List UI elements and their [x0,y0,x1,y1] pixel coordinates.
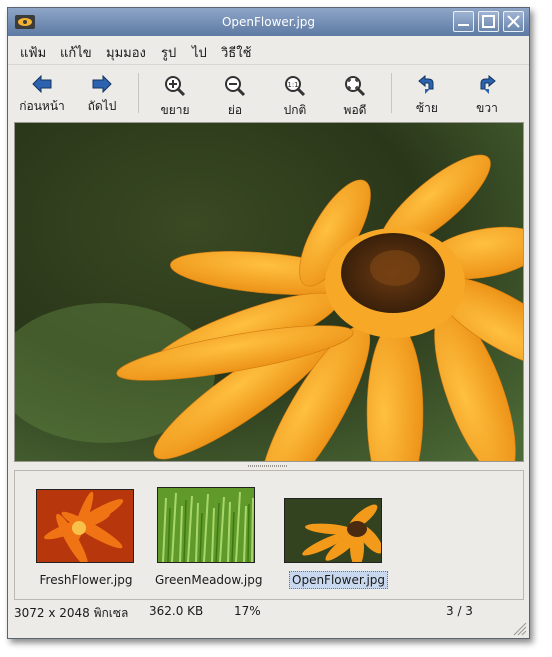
arrow-right-icon [92,75,112,93]
normal-size-button[interactable]: 1:1 ปกติ [265,69,325,119]
freshflower-thumbnail-image [37,490,133,562]
best-fit-label: พอดี [343,103,367,117]
zoom-out-button[interactable]: ย่อ [205,69,265,119]
file-size: 362.0 KB [149,604,204,618]
menu-image[interactable]: รูป [161,42,176,63]
zoom-level: 17% [234,604,261,618]
best-fit-button[interactable]: พอดี [325,69,385,119]
pane-splitter-grip[interactable] [248,464,288,468]
forward-label: ถัดไป [87,99,117,113]
menu-edit[interactable]: แก้ไข [60,42,92,63]
zoom-in-button[interactable]: ขยาย [145,69,205,119]
toolbar-separator [138,73,139,113]
menu-go[interactable]: ไป [192,42,207,63]
toolbar-separator [391,73,392,113]
image-dimensions: 3072 x 2048 พิกเซล [14,606,129,620]
zoom-in-label: ขยาย [160,103,190,117]
back-button[interactable]: ก่อนหน้า [12,69,72,119]
main-image-view[interactable] [14,122,524,462]
zoom-out-icon [225,76,246,97]
window-title: OpenFlower.jpg [221,15,316,29]
svg-text:1:1: 1:1 [287,81,298,89]
rotate-left-button[interactable]: ซ้าย [397,69,457,119]
thumbnail-label: GreenMeadow.jpg [155,573,263,587]
zoom-normal-icon: 1:1 [285,76,306,97]
menu-bar: แฟ้ม แก้ไข มุมมอง รูป ไป วิธีใช้ [8,37,529,63]
close-icon [507,15,520,28]
menu-help[interactable]: วิธีใช้ [221,42,251,63]
rotate-left-icon [418,75,434,94]
minimize-button[interactable] [453,11,474,32]
forward-button[interactable]: ถัดไป [72,69,132,119]
close-button[interactable] [503,11,524,32]
flower-photo [15,123,523,461]
maximize-icon [482,15,495,28]
rotate-left-label: ซ้าย [416,101,438,115]
rotate-right-button[interactable]: ขวา [457,69,517,119]
minimize-icon [458,24,469,26]
thumbnail-openflower[interactable] [284,498,382,563]
selected-thumbnail-label: OpenFlower.jpg [289,571,389,589]
toolbar: ก่อนหน้า ถัดไป ขยาย ย่อ 1:1 ปกติ พอดี ซ้… [8,64,529,123]
zoom-out-label: ย่อ [227,103,243,117]
zoom-in-icon [165,76,186,97]
zoom-fit-icon [345,76,366,97]
arrow-left-icon [32,75,52,93]
image-position: 3 / 3 [446,604,473,618]
rotate-right-icon [480,75,496,94]
thumbnail-greenmeadow[interactable] [157,487,255,563]
openflower-thumbnail-image [285,499,381,562]
thumbnail-freshflower[interactable] [36,489,134,563]
menu-file[interactable]: แฟ้ม [20,42,46,63]
resize-grip-icon[interactable] [511,620,527,636]
status-bar: 3072 x 2048 พิกเซล 362.0 KB 17% 3 / 3 [8,600,529,624]
menu-view[interactable]: มุมมอง [106,42,146,63]
image-viewer-window: OpenFlower.jpg แฟ้ม แก้ไข มุมมอง รูป ไป … [7,7,530,639]
thumbnail-label-selected[interactable]: OpenFlower.jpg [289,571,389,589]
rotate-right-label: ขวา [476,101,498,115]
title-bar[interactable]: OpenFlower.jpg [8,8,529,36]
normal-size-label: ปกติ [283,103,307,117]
greenmeadow-thumbnail-image [158,488,254,562]
maximize-button[interactable] [478,11,499,32]
thumbnail-label: FreshFlower.jpg [39,573,133,587]
thumbnail-collection: FreshFlower.jpg GreenMeadow.jpg OpenFlow… [14,470,524,600]
back-label: ก่อนหน้า [19,99,65,113]
